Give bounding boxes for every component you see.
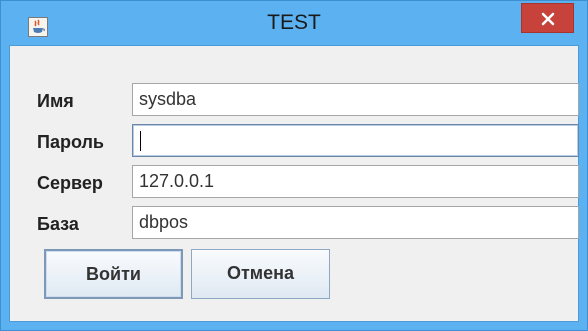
login-button[interactable]: Войти [44,249,183,299]
text-caret [140,131,141,151]
database-field[interactable]: dbpos [132,206,579,239]
username-field[interactable]: sysdba [132,83,579,116]
dialog-content: Имя sysdba Пароль Сервер 127.0.0.1 База … [9,45,579,322]
database-label: База [37,214,79,234]
dialog-window: TEST Имя sysdba Пароль Сервер 127.0.0.1 … [0,0,588,331]
close-icon [541,12,555,26]
close-button[interactable] [521,3,574,33]
server-field[interactable]: 127.0.0.1 [132,165,579,198]
window-title: TEST [267,11,321,34]
username-label: Имя [37,91,74,111]
cancel-button[interactable]: Отмена [191,249,330,299]
password-field[interactable] [132,124,579,157]
password-label: Пароль [37,132,104,152]
server-label: Сервер [37,173,103,193]
title-bar[interactable]: TEST [1,1,587,45]
